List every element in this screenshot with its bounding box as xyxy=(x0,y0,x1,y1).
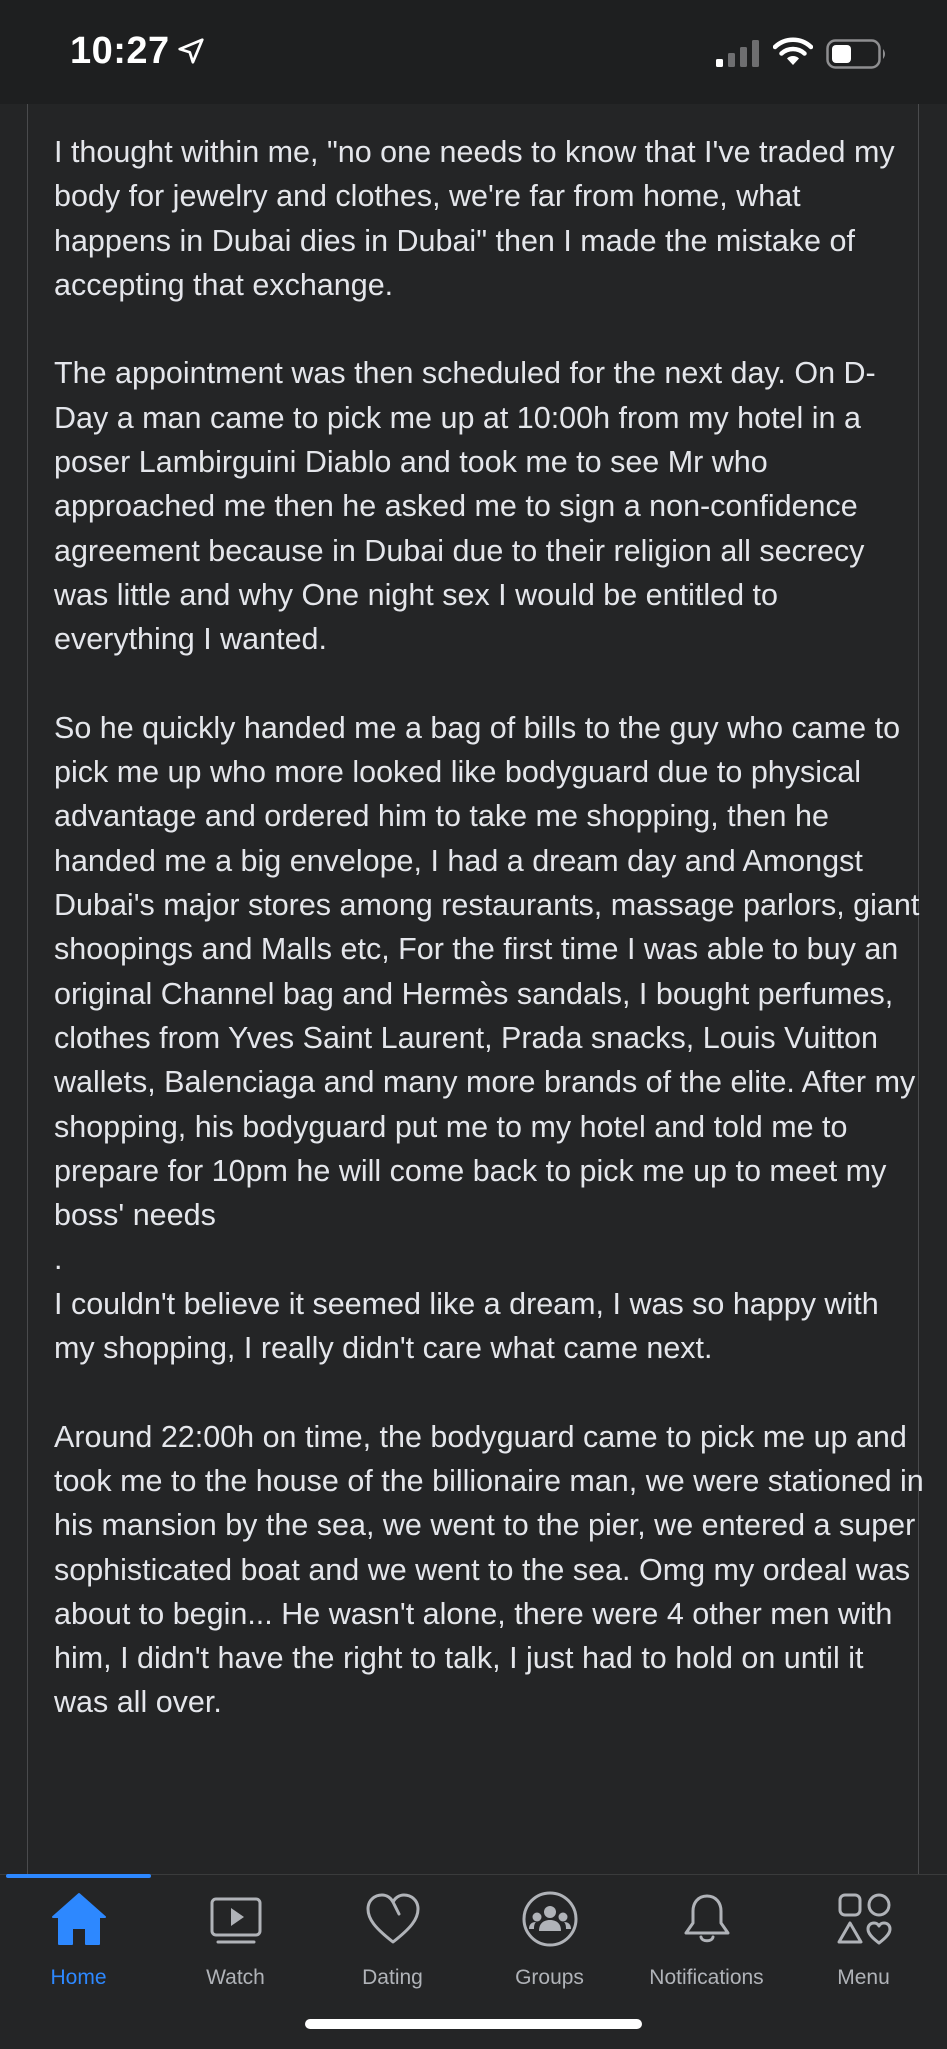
dating-heart-icon xyxy=(366,1893,419,1944)
tab-watch[interactable]: Watch xyxy=(157,1890,314,2000)
bell-icon xyxy=(684,1894,729,1943)
tab-menu[interactable]: Menu xyxy=(785,1890,942,2000)
status-time: 10:27 xyxy=(70,30,170,72)
status-bar: 10:27 xyxy=(0,0,947,104)
tab-notifications[interactable]: Notifications xyxy=(628,1890,785,2000)
tab-label: Menu xyxy=(837,1966,890,1989)
home-indicator xyxy=(305,2019,642,2029)
post-paragraph: So he quickly handed me a bag of bills t… xyxy=(54,710,920,1366)
watch-video-icon xyxy=(210,1897,261,1944)
post-paragraph: I thought within me, "no one needs to kn… xyxy=(54,135,895,302)
menu-shapes-icon xyxy=(837,1893,891,1945)
tab-label: Groups xyxy=(515,1966,584,1989)
tab-home[interactable]: Home xyxy=(0,1890,157,2000)
home-icon xyxy=(51,1893,106,1945)
tab-dating[interactable]: Dating xyxy=(314,1890,471,2000)
post-paragraph: Around 22:00h on time, the bodyguard cam… xyxy=(54,1419,924,1720)
post-body: I thought within me, "no one needs to kn… xyxy=(54,130,924,1725)
cellular-signal-icon xyxy=(716,40,759,67)
tab-label: Dating xyxy=(362,1966,423,1989)
battery-icon xyxy=(826,39,885,69)
tab-label: Notifications xyxy=(649,1966,764,1989)
tab-label: Watch xyxy=(206,1966,265,1989)
tab-label: Home xyxy=(50,1966,107,1989)
wifi-icon xyxy=(773,37,813,65)
groups-icon xyxy=(522,1891,577,1947)
tab-groups[interactable]: Groups xyxy=(471,1890,628,2000)
active-tab-indicator xyxy=(6,1874,151,1878)
location-arrow-icon xyxy=(178,38,204,64)
post-paragraph: The appointment was then scheduled for t… xyxy=(54,356,876,657)
